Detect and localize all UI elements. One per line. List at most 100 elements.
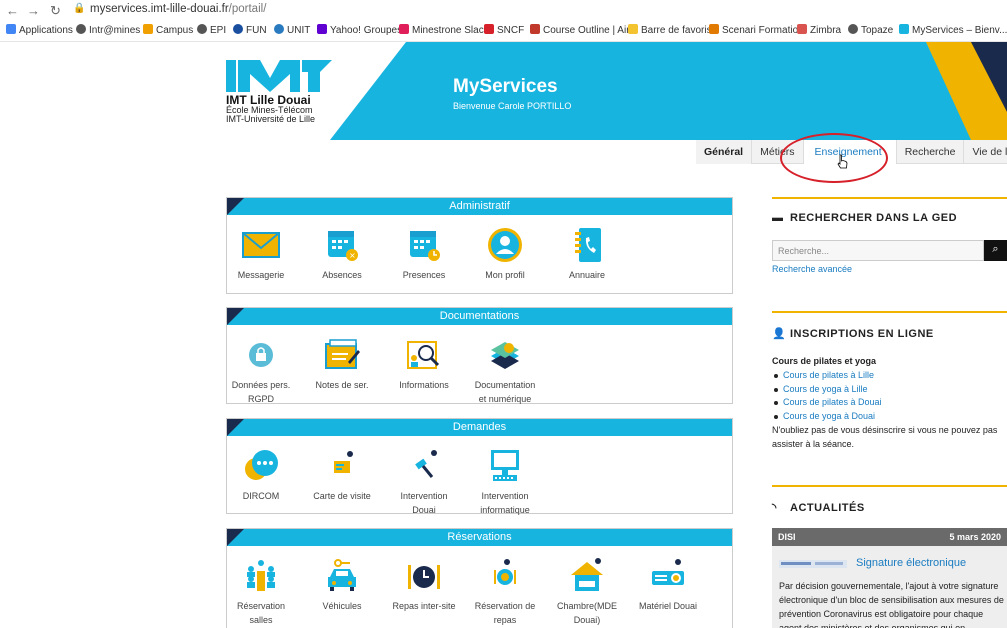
- rss-icon: ◝: [772, 502, 777, 514]
- globe-icon: [76, 24, 86, 34]
- bookmark-scenari[interactable]: Scenari Formation: [709, 24, 804, 36]
- app-title: MyServices: [453, 76, 558, 97]
- lock-icon: 🔒: [73, 3, 86, 14]
- reload-icon[interactable]: ↻: [50, 3, 61, 19]
- bookmark-unit[interactable]: UNIT: [274, 24, 310, 36]
- news-date: 5 mars 2020: [949, 532, 1001, 542]
- bookmark-zimbra[interactable]: Zimbra: [797, 24, 841, 36]
- tile-rgpd[interactable]: Données pers. RGPD: [221, 336, 301, 406]
- tile-notes-de-service[interactable]: Notes de ser.: [302, 336, 382, 392]
- tile-dircom[interactable]: DIRCOM: [221, 447, 301, 503]
- section-title: Documentations: [439, 310, 520, 322]
- bookmark-sncf[interactable]: SNCF: [484, 24, 524, 36]
- tile-label: Notes de ser.: [315, 380, 369, 390]
- folder-open-icon: ▬: [772, 212, 784, 224]
- course-link[interactable]: Cours de pilates à Douai: [772, 396, 1007, 410]
- tile-chambre-mde[interactable]: Chambre(MDE Douai): [547, 557, 627, 627]
- course-list: Cours de pilates à Lille Cours de yoga à…: [772, 369, 1007, 423]
- tile-mon-profil[interactable]: Mon profil: [465, 226, 545, 282]
- course-link[interactable]: Cours de yoga à Lille: [772, 383, 1007, 397]
- tile-reservation-repas[interactable]: Réservation de repas: [465, 557, 545, 627]
- bookmark-epi[interactable]: EPI: [197, 24, 226, 36]
- advanced-search-link[interactable]: Recherche avancée: [772, 264, 852, 274]
- calendar-absent-icon: ×: [322, 226, 362, 264]
- bookmark-course-outline[interactable]: Course Outline | Air...: [530, 24, 637, 36]
- tile-repas-inter-site[interactable]: Repas inter-site: [384, 557, 464, 613]
- bookmark-topaze[interactable]: Topaze: [848, 24, 893, 36]
- tile-label: Réservation de: [474, 601, 536, 611]
- search-icon[interactable]: ⌕: [984, 240, 1007, 261]
- sncf-icon: [484, 24, 494, 34]
- bookmark-label: Scenari Formation: [722, 25, 804, 36]
- tab-recherche[interactable]: Recherche: [897, 140, 965, 164]
- hammer-icon: [404, 447, 444, 485]
- ged-search-input[interactable]: Recherche...: [772, 240, 984, 261]
- tile-label: Absences: [322, 270, 362, 280]
- bookmark-label: Intr@mines: [89, 25, 141, 36]
- tile-materiel-douai[interactable]: Matériel Douai: [628, 557, 708, 613]
- ged-heading-text: RECHERCHER DANS LA GED: [790, 212, 958, 224]
- inscriptions-heading-text: INSCRIPTIONS EN LIGNE: [790, 328, 934, 340]
- bookmark-slack[interactable]: Minestrone Slack: [399, 24, 489, 36]
- computer-icon: [485, 447, 525, 485]
- bookmark-campus[interactable]: Campus: [143, 24, 193, 36]
- course-icon: [530, 24, 540, 34]
- tile-intervention-douai[interactable]: Intervention Douai: [384, 447, 464, 517]
- tile-intervention-informatique[interactable]: Intervention informatique: [465, 447, 545, 517]
- privacy-lock-icon: [241, 336, 281, 374]
- course-link[interactable]: Cours de pilates à Lille: [772, 369, 1007, 383]
- course-link[interactable]: Cours de yoga à Douai: [772, 410, 1007, 424]
- bookmark-label: Zimbra: [810, 25, 842, 36]
- forward-icon[interactable]: →: [27, 3, 40, 18]
- tile-presences[interactable]: Presences: [384, 226, 464, 282]
- tab-general[interactable]: Général: [696, 140, 753, 164]
- url-field[interactable]: myservices.imt-lille-douai.fr/portail/: [90, 3, 266, 15]
- bookmark-label: EPI: [210, 25, 227, 36]
- tile-absences[interactable]: × Absences: [302, 226, 382, 282]
- tile-informations[interactable]: Informations: [384, 336, 464, 392]
- school-logo[interactable]: IMT Lille Douai École Mines-Télécom IMT-…: [226, 94, 315, 124]
- tab-vie-ecole[interactable]: Vie de l'école: [964, 140, 1007, 164]
- hand-cursor-icon: [837, 154, 848, 169]
- banner-graphic: [226, 42, 1007, 140]
- news-heading-text: ACTUALITÉS: [790, 502, 865, 514]
- logo-subtitle-2: IMT-Université de Lille: [226, 114, 316, 124]
- section-demandes: Demandes DIRCOM Carte de visite Interven…: [226, 418, 733, 517]
- unsubscribe-note: N'oubliez pas de vous désinscrire si vou…: [772, 425, 998, 449]
- section-administratif: Administratif Messagerie × Absences Pres…: [226, 197, 733, 294]
- tile-documentation-numerique[interactable]: Documentation et numérique: [465, 336, 545, 406]
- tile-label: Carte de visite: [313, 491, 371, 501]
- url-path: /portail/: [228, 3, 267, 15]
- tile-label-line2: informatique: [480, 505, 530, 515]
- campus-icon: [143, 24, 153, 34]
- mail-icon: [241, 226, 281, 264]
- tile-reservation-salles[interactable]: Réservation salles: [221, 557, 301, 627]
- bookmark-apps[interactable]: Applications: [6, 24, 73, 36]
- bookmark-intramines[interactable]: Intr@mines: [76, 24, 140, 36]
- meeting-room-icon: [241, 557, 281, 595]
- header-banner: [226, 42, 1007, 140]
- bookmarks-bar: Applications Intr@mines Campus EPI FUN U…: [0, 20, 1007, 42]
- tile-messagerie[interactable]: Messagerie: [221, 226, 301, 282]
- tile-vehicules[interactable]: Véhicules: [302, 557, 382, 613]
- section-header: Documentations: [227, 308, 732, 325]
- news-excerpt: Par décision gouvernementale, l'ajout à …: [779, 581, 1004, 628]
- house-bed-icon: [567, 557, 607, 595]
- tile-carte-de-visite[interactable]: Carte de visite: [302, 447, 382, 503]
- news-headline[interactable]: Signature électronique: [856, 557, 966, 569]
- tile-label: Mon profil: [485, 270, 525, 280]
- welcome-message: Bienvenue Carole PORTILLO: [453, 101, 572, 111]
- back-icon[interactable]: ←: [6, 3, 19, 18]
- tile-label: Véhicules: [322, 601, 362, 611]
- svg-text:×: ×: [349, 251, 356, 260]
- bookmark-myservices[interactable]: MyServices – Bienv...: [899, 24, 1007, 36]
- tile-label-line2: repas: [493, 615, 517, 625]
- bookmark-label: Minestrone Slack: [412, 25, 489, 36]
- bookmark-fun[interactable]: FUN: [233, 24, 267, 36]
- bookmark-folder[interactable]: Barre de favoris: [628, 24, 712, 36]
- bookmark-yahoo[interactable]: Yahoo! Groupes: [317, 24, 402, 36]
- globe-icon: [848, 24, 858, 34]
- tile-annuaire[interactable]: Annuaire: [547, 226, 627, 282]
- slack-icon: [399, 24, 409, 34]
- calendar-present-icon: [404, 226, 444, 264]
